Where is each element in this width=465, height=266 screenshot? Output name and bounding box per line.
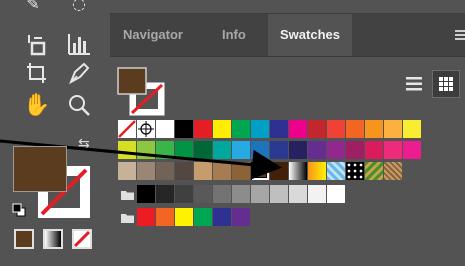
color-swatch[interactable]: [308, 141, 327, 160]
tab-navigator[interactable]: Navigator: [123, 14, 183, 56]
color-swatch[interactable]: [232, 208, 251, 227]
color-swatch[interactable]: [403, 120, 422, 139]
color-swatch[interactable]: [232, 141, 251, 160]
color-swatch[interactable]: [327, 141, 346, 160]
tab-swatches[interactable]: Swatches: [268, 14, 352, 56]
tools-panel: ✎ ◌ ✋ ⇆: [0, 0, 106, 266]
fill-mode-buttons: [14, 229, 92, 249]
gradient-mode-button[interactable]: [43, 229, 63, 249]
artboard-tool-icon[interactable]: [24, 31, 50, 57]
color-swatch[interactable]: [270, 141, 289, 160]
color-swatch[interactable]: [270, 120, 289, 139]
color-swatch[interactable]: [403, 141, 422, 160]
color-swatch[interactable]: [194, 120, 213, 139]
color-swatch[interactable]: [232, 120, 251, 139]
color-swatch[interactable]: [137, 185, 156, 204]
thumbnail-view-icon[interactable]: [432, 70, 460, 98]
color-swatch[interactable]: [156, 185, 175, 204]
swatch-pattern-dots[interactable]: [346, 162, 365, 181]
swatch-gradient-orange-yellow[interactable]: [308, 162, 327, 181]
swatch-row: [118, 162, 403, 181]
color-swatch-selected[interactable]: [251, 162, 270, 181]
color-swatch[interactable]: [346, 141, 365, 160]
swatches-panel-group: Navigator Info Swatches: [110, 13, 465, 266]
color-swatch[interactable]: [289, 120, 308, 139]
color-swatch[interactable]: [194, 185, 213, 204]
color-swatch[interactable]: [289, 141, 308, 160]
color-swatch[interactable]: [137, 141, 156, 160]
color-swatch[interactable]: [213, 162, 232, 181]
illustrator-workspace: ✎ ◌ ✋ ⇆ Navigator Info Swatches: [0, 0, 465, 266]
swatch-pattern-brown[interactable]: [384, 162, 403, 181]
color-swatch[interactable]: [213, 185, 232, 204]
crop-tool-icon[interactable]: [24, 60, 50, 86]
color-swatch[interactable]: [346, 120, 365, 139]
swatch-group-folder-icon[interactable]: [118, 208, 137, 227]
fill-color-box[interactable]: [13, 146, 67, 192]
list-view-icon[interactable]: [400, 70, 428, 98]
color-swatch[interactable]: [384, 120, 403, 139]
partial-tool-icon[interactable]: ✎: [20, 0, 46, 16]
color-swatch[interactable]: [118, 162, 137, 181]
color-swatch[interactable]: [365, 141, 384, 160]
color-swatch[interactable]: [194, 162, 213, 181]
color-swatch[interactable]: [156, 162, 175, 181]
color-swatch[interactable]: [156, 208, 175, 227]
current-fill-stroke-preview[interactable]: [117, 67, 167, 117]
color-swatch[interactable]: [175, 162, 194, 181]
color-swatch[interactable]: [194, 141, 213, 160]
swatch-pattern-leaves[interactable]: [365, 162, 384, 181]
color-swatch[interactable]: [137, 162, 156, 181]
color-swatch[interactable]: [327, 185, 346, 204]
color-swatch[interactable]: [308, 120, 327, 139]
color-swatch[interactable]: [213, 208, 232, 227]
swatch-group-folder-icon[interactable]: [118, 185, 137, 204]
color-swatch[interactable]: [137, 208, 156, 227]
tab-info[interactable]: Info: [222, 14, 246, 56]
color-swatch[interactable]: [118, 141, 137, 160]
color-swatch[interactable]: [308, 185, 327, 204]
color-swatch[interactable]: [251, 120, 270, 139]
swatch-pattern-blue[interactable]: [327, 162, 346, 181]
panel-tab-bar: Navigator Info Swatches: [110, 14, 465, 57]
column-graph-tool-icon[interactable]: [66, 31, 92, 57]
color-swatch[interactable]: [175, 141, 194, 160]
swatch-none[interactable]: [118, 120, 137, 139]
color-swatch[interactable]: [213, 120, 232, 139]
hand-tool-icon[interactable]: ✋: [23, 92, 50, 118]
color-swatch[interactable]: [365, 120, 384, 139]
color-swatch[interactable]: [156, 120, 175, 139]
color-swatch[interactable]: [156, 141, 175, 160]
color-swatch[interactable]: [384, 141, 403, 160]
color-swatch[interactable]: [175, 208, 194, 227]
swap-fill-stroke-icon[interactable]: ⇆: [78, 136, 90, 152]
color-swatch[interactable]: [327, 120, 346, 139]
color-swatch[interactable]: [175, 185, 194, 204]
swatch-gradient-white-black[interactable]: [289, 162, 308, 181]
swatch-row: [118, 120, 422, 139]
color-swatch[interactable]: [251, 185, 270, 204]
color-swatch[interactable]: [289, 185, 308, 204]
swatch-registration[interactable]: [137, 120, 156, 139]
default-fill-stroke-icon[interactable]: [12, 203, 26, 217]
color-mode-button[interactable]: [14, 229, 34, 249]
color-swatch[interactable]: [194, 208, 213, 227]
color-swatch[interactable]: [175, 120, 194, 139]
swatch-row: [118, 208, 251, 227]
pen-tool-icon[interactable]: [66, 60, 92, 86]
color-swatch[interactable]: [232, 162, 251, 181]
swatch-row: [118, 141, 422, 160]
color-swatch[interactable]: [251, 141, 270, 160]
color-swatch[interactable]: [270, 162, 289, 181]
swatch-row: [118, 185, 346, 204]
none-mode-button[interactable]: [72, 229, 92, 249]
color-swatch[interactable]: [232, 185, 251, 204]
color-swatch[interactable]: [270, 185, 289, 204]
panel-menu-icon[interactable]: [455, 28, 465, 42]
color-swatch[interactable]: [213, 141, 232, 160]
zoom-tool-icon[interactable]: [66, 92, 92, 118]
partial-tool-icon[interactable]: ◌: [66, 0, 92, 16]
